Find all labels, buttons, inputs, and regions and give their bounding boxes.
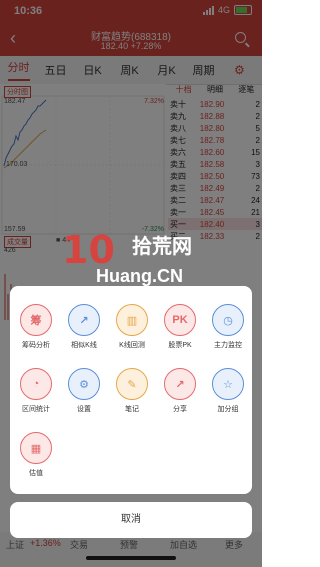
menu-item-label: 加分组 [217,406,239,413]
menu-item-kline-backtest[interactable]: ▥ K线回测 [108,304,156,350]
menu-item-add-group[interactable]: ☆ 加分组 [204,368,252,414]
menu-item-label: 设置 [77,406,91,413]
menu-item-similar-kline[interactable]: ↗ 相似K线 [60,304,108,350]
menu-item-valuation[interactable]: ▦ 估值 [12,432,60,478]
share-icon: ↗ [164,368,196,400]
menu-item-chip-analysis[interactable]: 筹筹码分析 [12,304,60,350]
site-watermark: 10 拾荒网 Huang.CN [58,228,208,288]
watermark-en: Huang.CN [96,266,183,286]
pie-icon: ◔ [20,368,52,400]
menu-item-stock-pk[interactable]: PK 股票PK [156,304,204,350]
menu-item-label: 相似K线 [71,342,97,349]
monitor-icon: ◷ [212,304,244,336]
menu-item-range-stats[interactable]: ◔ 区间统计 [12,368,60,414]
menu-item-label: 估值 [29,470,43,477]
menu-item-label: 主力监控 [214,342,242,349]
menu-item-label: K线回测 [119,342,145,349]
pencil-icon: ✎ [116,368,148,400]
pk-icon: PK [164,304,196,336]
menu-item-label: 分享 [173,406,187,413]
chips-icon: 筹 [20,304,52,336]
valuation-icon: ▦ [20,432,52,464]
menu-item-share[interactable]: ↗ 分享 [156,368,204,414]
menu-item-main-force-monitor[interactable]: ◷ 主力监控 [204,304,252,350]
menu-item-notes[interactable]: ✎ 笔记 [108,368,156,414]
gear-icon: ⚙ [68,368,100,400]
star-icon: ☆ [212,368,244,400]
backtest-icon: ▥ [116,304,148,336]
menu-item-label: 筹码分析 [22,342,50,349]
menu-item-settings[interactable]: ⚙ 设置 [60,368,108,414]
menu-item-label: 区间统计 [22,406,50,413]
cancel-button[interactable]: 取消 [10,502,252,538]
action-sheet: 筹筹码分析 ↗ 相似K线 ▥ K线回测 PK 股票PK ◷ 主力监控 ◔ 区间统计 ⚙ 设置 ✎ 笔记 ↗ 分享… [10,286,252,494]
home-indicator [86,556,176,560]
menu-item-label: 笔记 [125,406,139,413]
watermark-cn: 拾荒网 [132,236,192,258]
menu-item-label: 股票PK [168,342,192,349]
trend-arrow-icon: ↗ [68,304,100,336]
